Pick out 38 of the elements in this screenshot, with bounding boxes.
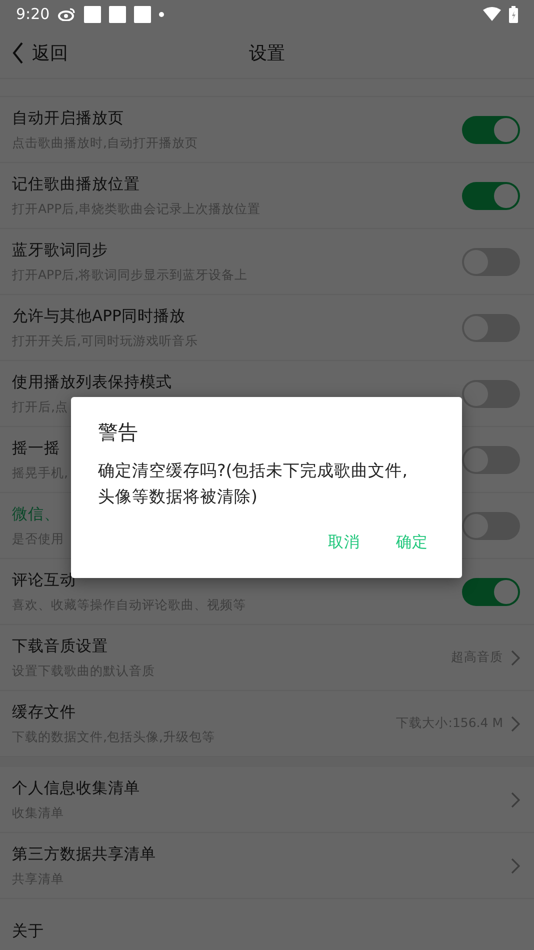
setting-title: 记住歌曲播放位置 [12, 174, 140, 194]
dialog-button[interactable]: 取消 [320, 526, 368, 559]
setting-title: 蓝牙歌词同步 [12, 240, 108, 260]
setting-title: 下载音质设置 [12, 636, 108, 656]
setting-title: 缓存文件 [12, 702, 76, 722]
notification-icon [134, 6, 151, 22]
setting-title: 允许与其他APP同时播放 [12, 306, 186, 326]
toggle-switch[interactable] [462, 182, 520, 210]
toggle-switch[interactable] [462, 116, 520, 144]
toggle-switch[interactable] [462, 380, 520, 408]
setting-title: 使用播放列表保持模式 [12, 372, 172, 392]
battery-icon [509, 6, 518, 22]
dialog-title: 警告 [98, 419, 139, 446]
page-title: 设置 [249, 42, 285, 65]
dialog-button[interactable]: 确定 [388, 526, 436, 559]
setting-title: 关于 [12, 921, 44, 942]
chevron-right-icon [511, 792, 520, 808]
toggle-switch[interactable] [462, 446, 520, 474]
chevron-right-icon [511, 716, 520, 732]
chevron-right-icon [511, 858, 520, 874]
dialog-message: 确定清空缓存吗?(包括未下完成歌曲文件,头像等数据将被清除) [98, 460, 408, 508]
toggle-switch[interactable] [462, 578, 520, 606]
eye-icon [58, 7, 76, 21]
setting-title: 自动开启播放页 [12, 108, 124, 128]
toggle-switch[interactable] [462, 512, 520, 540]
notification-icon [84, 6, 101, 22]
wifi-icon [483, 7, 501, 21]
setting-title: 第三方数据共享清单 [12, 844, 156, 864]
chevron-right-icon [511, 650, 520, 666]
clock-time: 9:20 [16, 5, 50, 23]
setting-title: 摇一摇 [12, 438, 60, 458]
setting-title: 评论互动 [12, 570, 76, 590]
notification-icon [108, 6, 126, 22]
setting-title: 个人信息收集清单 [12, 778, 140, 798]
dot-icon [158, 12, 164, 16]
back-button[interactable]: 返回 [0, 33, 80, 73]
setting-title: 微信、 [12, 504, 60, 524]
chevron-left-icon [12, 42, 24, 64]
